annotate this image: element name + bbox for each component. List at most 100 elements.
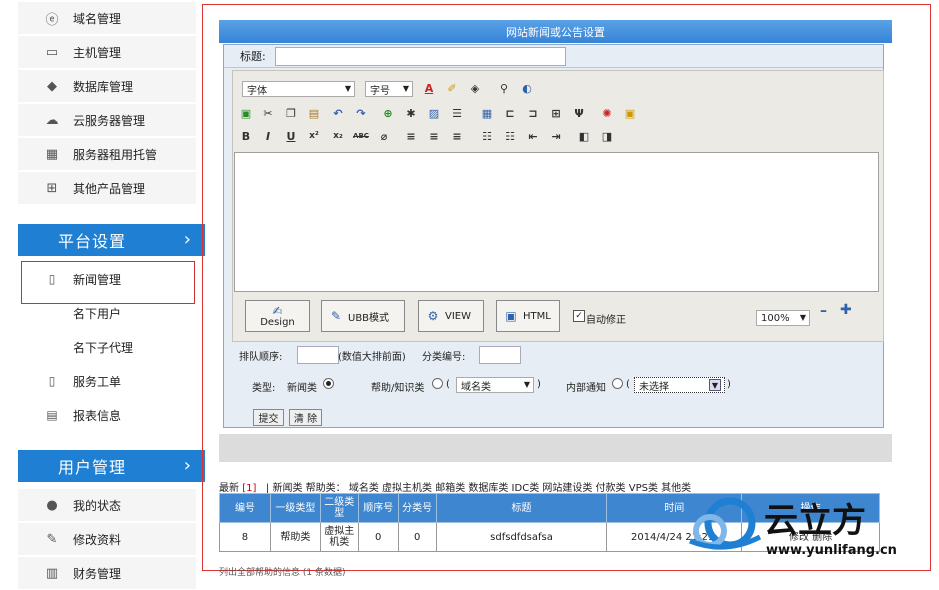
category-no-input[interactable]: [479, 346, 521, 364]
sidebar-section-users[interactable]: 用户管理 ›: [18, 450, 205, 482]
chevron-down-icon: ▼: [709, 379, 721, 391]
table-header-cell: 顺序号: [357, 493, 399, 523]
server-icon: ▦: [45, 146, 59, 162]
help-open-paren: (: [446, 379, 450, 390]
sidebar-item-label: 财务管理: [73, 566, 122, 581]
help-select-value: 域名类: [461, 381, 491, 393]
type-help-radio[interactable]: [432, 378, 443, 389]
sidebar-item-status[interactable]: ● 我的状态: [18, 489, 196, 522]
sidebar-item-databases[interactable]: ◆ 数据库管理: [18, 70, 196, 103]
html-icon: ▣: [505, 309, 517, 323]
zoom-out-icon[interactable]: –: [820, 303, 827, 319]
ubb-mode-button[interactable]: ✎ UBB模式: [321, 300, 405, 332]
sidebar-item-servers[interactable]: ▦ 服务器租用托管: [18, 138, 196, 171]
category-links: 最新 [1] | 新闻类 帮助类： 域名类 虚拟主机类 邮箱类 数据库类 IDC…: [219, 479, 691, 494]
replace-icon[interactable]: ◐: [519, 80, 535, 96]
table-icon[interactable]: ▦: [479, 105, 495, 121]
source-icon[interactable]: ◨: [599, 128, 615, 144]
sidebar-item-label: 其他产品管理: [73, 181, 146, 196]
copy-icon[interactable]: ❐: [283, 105, 299, 121]
clear-format-icon[interactable]: ⌀: [376, 128, 392, 144]
mode-label: VIEW: [445, 310, 471, 322]
sidebar-section-platform[interactable]: 平台设置 ›: [18, 224, 205, 256]
sidebar-item-label: 数据库管理: [73, 79, 134, 94]
html-mode-button[interactable]: ▣ HTML: [496, 300, 560, 332]
align-center-icon[interactable]: ≡: [426, 128, 442, 144]
title-input[interactable]: [275, 47, 566, 66]
internal-select-value: 未选择: [639, 381, 669, 393]
underline-icon[interactable]: U: [283, 128, 299, 144]
sidebar-item-other[interactable]: ⊞ 其他产品管理: [18, 172, 196, 205]
italic-icon[interactable]: I: [260, 128, 276, 144]
find-icon[interactable]: ⚲: [496, 80, 512, 96]
image-icon[interactable]: ▨: [426, 105, 442, 121]
table-cell: 8: [219, 522, 271, 552]
chevron-down-icon: ▼: [799, 313, 806, 322]
sidebar-item-label: 服务工单: [73, 374, 122, 389]
section-title: 用户管理: [58, 458, 127, 477]
sidebar-item-profile[interactable]: ✎ 修改资料: [18, 523, 196, 556]
order-input[interactable]: [297, 346, 339, 364]
sidebar-item-reports[interactable]: ▤ 报表信息: [18, 399, 196, 431]
type-news-radio[interactable]: [323, 378, 334, 389]
zoom-in-icon[interactable]: ✚: [840, 302, 852, 318]
font-select[interactable]: 字体 ▼: [242, 81, 355, 97]
outdent-icon[interactable]: ⇤: [525, 128, 541, 144]
sidebar-item-sub-agents[interactable]: 名下子代理: [18, 331, 196, 363]
sidebar-item-finance[interactable]: ▥ 财务管理: [18, 557, 196, 590]
merge-icon[interactable]: ⊞: [548, 105, 564, 121]
sidebar-item-tickets[interactable]: ▯ 服务工单: [18, 365, 196, 397]
user-icon: ●: [46, 497, 58, 513]
highlight-icon[interactable]: ✐: [444, 80, 460, 96]
type-internal-radio[interactable]: [612, 378, 623, 389]
indent-icon[interactable]: ⇥: [548, 128, 564, 144]
zoom-select[interactable]: 100% ▼: [756, 310, 810, 326]
clear-button[interactable]: 清 除: [289, 409, 322, 426]
align-right-icon[interactable]: ≡: [449, 128, 465, 144]
new-doc-icon[interactable]: ▣: [238, 105, 254, 121]
sidebar-item-sub-users[interactable]: 名下用户: [18, 297, 196, 329]
font-color-icon[interactable]: A: [421, 80, 437, 96]
subscript-icon[interactable]: x₂: [330, 128, 346, 144]
cloud-logo-icon: [689, 497, 762, 550]
bold-icon[interactable]: B: [238, 128, 254, 144]
unlink-icon[interactable]: ✱: [403, 105, 419, 121]
superscript-icon[interactable]: x²: [306, 128, 322, 144]
sidebar-item-domains[interactable]: ⓔ 域名管理: [18, 2, 196, 35]
type-label: 类型:: [252, 383, 276, 394]
link-icon[interactable]: ⊕: [380, 105, 396, 121]
preview-icon[interactable]: ◧: [576, 128, 592, 144]
cut-icon[interactable]: ✂: [260, 105, 276, 121]
paste-icon[interactable]: ▤: [306, 105, 322, 121]
table-cell: 虚拟主机类: [319, 522, 359, 552]
special-char-icon[interactable]: ✺: [599, 105, 615, 121]
insert-row-icon[interactable]: ⊏: [502, 105, 518, 121]
undo-icon[interactable]: ↶: [330, 105, 346, 121]
table-cell: 0: [397, 522, 437, 552]
panel-title: 网站新闻或公告设置: [219, 20, 892, 43]
monitor-icon: ▭: [45, 44, 59, 60]
insert-col-icon[interactable]: ⊐: [525, 105, 541, 121]
help-category-select[interactable]: 域名类 ▼: [456, 377, 534, 393]
hr-icon[interactable]: ☰: [449, 105, 465, 121]
view-mode-button[interactable]: ⚙ VIEW: [418, 300, 484, 332]
sidebar-item-hosts[interactable]: ▭ 主机管理: [18, 36, 196, 69]
internal-select[interactable]: 未选择 ▼: [634, 377, 725, 393]
unordered-list-icon[interactable]: ☷: [502, 128, 518, 144]
submit-button[interactable]: 提交: [253, 409, 284, 426]
flash-icon[interactable]: ▣: [622, 105, 638, 121]
auto-fix-checkbox[interactable]: ✓: [573, 310, 585, 322]
strikethrough-icon[interactable]: ABC: [353, 128, 369, 144]
sidebar-item-cloud[interactable]: ☁ 云服务器管理: [18, 104, 196, 137]
eraser-icon[interactable]: ◈: [467, 80, 483, 96]
split-icon[interactable]: Ψ: [571, 105, 587, 121]
ordered-list-icon[interactable]: ☷: [479, 128, 495, 144]
align-left-icon[interactable]: ≡: [403, 128, 419, 144]
mode-label: UBB模式: [348, 312, 390, 324]
design-mode-button[interactable]: ✍ Design: [245, 300, 310, 332]
editor-content-area[interactable]: [234, 152, 879, 292]
size-select[interactable]: 字号 ▼: [365, 81, 413, 97]
plus-box-icon: ⊞: [46, 180, 58, 196]
redo-icon[interactable]: ↷: [353, 105, 369, 121]
table-header-cell: 分类号: [397, 493, 437, 523]
